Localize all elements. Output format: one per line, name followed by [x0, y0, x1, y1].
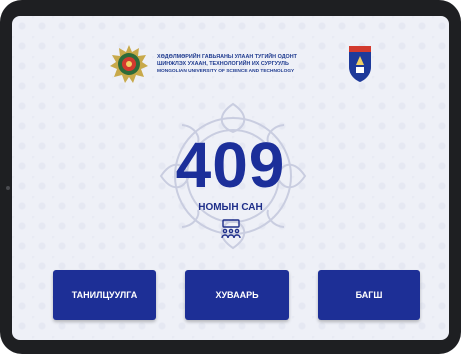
tablet-frame: ХӨДӨЛМӨРИЙН ГАВЬЯАНЫ УЛААН ТУГИЙН ОДОНТ …	[0, 0, 461, 354]
room-number: 409	[175, 129, 286, 201]
kiosk-screen: ХӨДӨЛМӨРИЙН ГАВЬЯАНЫ УЛААН ТУГИЙН ОДОНТ …	[12, 16, 449, 340]
camera-dot	[6, 186, 10, 190]
library-seating-icon	[221, 219, 241, 239]
shield-badge-icon	[349, 46, 371, 82]
room-label: НОМЫН САН	[198, 202, 263, 213]
schedule-button[interactable]: ХУВААРЬ	[185, 270, 289, 320]
university-emblem-icon	[110, 45, 148, 83]
teacher-button[interactable]: БАГШ	[318, 270, 420, 320]
university-name-line1: ХӨДӨЛМӨРИЙН ГАВЬЯАНЫ УЛААН ТУГИЙН ОДОНТ	[157, 53, 297, 60]
university-name: ХӨДӨЛМӨРИЙН ГАВЬЯАНЫ УЛААН ТУГИЙН ОДОНТ …	[157, 54, 339, 75]
university-header: ХӨДӨЛМӨРИЙН ГАВЬЯАНЫ УЛААН ТУГИЙН ОДОНТ …	[109, 36, 379, 92]
intro-button[interactable]: ТАНИЛЦУУЛГА	[53, 270, 156, 320]
university-name-english: MONGOLIAN UNIVERSITY OF SCIENCE AND TECH…	[157, 68, 295, 74]
university-name-line2: ШИНЖЛЭХ УХААН, ТЕХНОЛОГИЙН ИХ СУРГУУЛЬ	[157, 60, 289, 67]
